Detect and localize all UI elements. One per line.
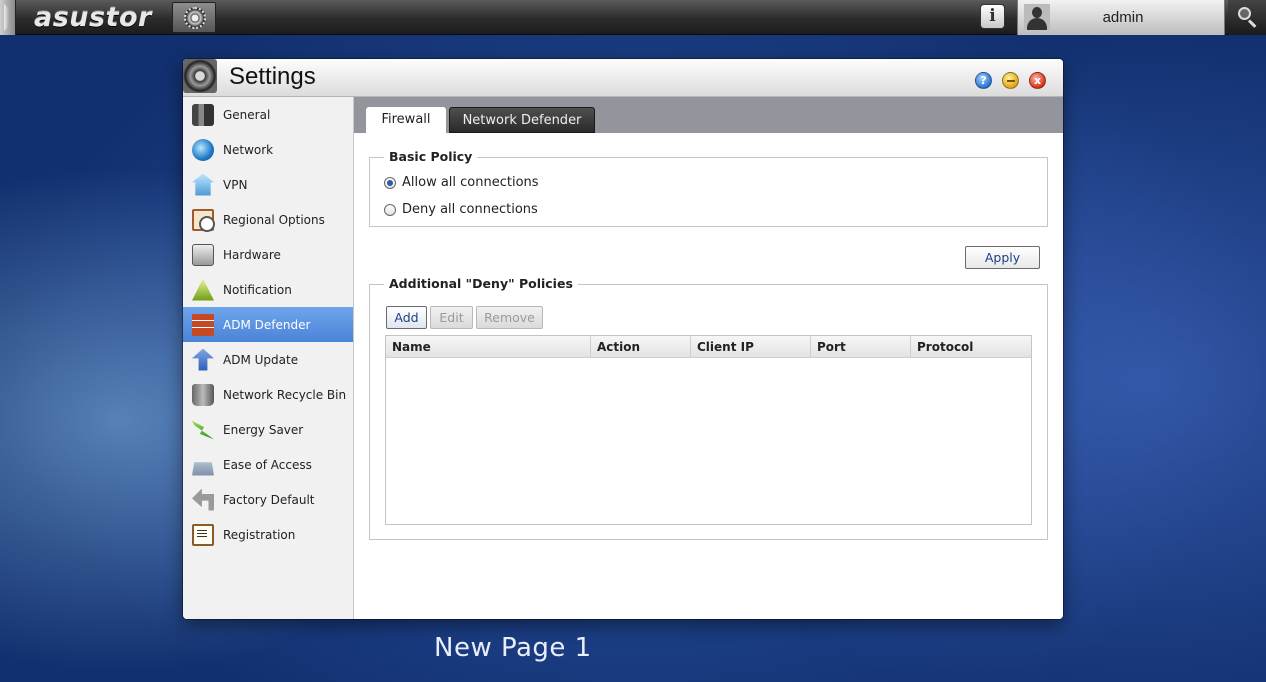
sidebar-item-ease-of-access[interactable]: Ease of Access [183,447,353,482]
table-header: Name Action Client IP Port Protocol [386,336,1031,358]
adm-update-icon [192,348,214,371]
search-icon-handle [1247,19,1257,28]
edit-button[interactable]: Edit [430,306,473,329]
sidebar-item-vpn[interactable]: VPN [183,167,353,202]
sidebar-item-registration[interactable]: Registration [183,517,353,552]
sidebar-item-label: Registration [223,527,296,542]
ease-of-access-icon [192,462,214,476]
sidebar-item-network[interactable]: Network [183,132,353,167]
user-menu[interactable]: admin [1017,0,1225,35]
sidebar-item-regional-options[interactable]: Regional Options [183,202,353,237]
settings-content: Firewall Network Defender Basic Policy A… [354,97,1063,619]
sidebar-item-adm-update[interactable]: ADM Update [183,342,353,377]
apply-button[interactable]: Apply [965,246,1040,269]
page-caption: New Page 1 [434,633,592,663]
close-button[interactable]: x [1029,72,1046,89]
basic-policy-group: Basic Policy Allow all connections Deny … [369,149,1048,227]
deny-all-radio[interactable] [384,203,396,216]
recycle-bin-icon [192,383,214,406]
add-button[interactable]: Add [386,306,427,329]
search-icon [1238,7,1251,20]
registration-icon [192,523,214,546]
sidebar-item-label: Regional Options [223,212,325,227]
sidebar-item-factory-default[interactable]: Factory Default [183,482,353,517]
info-button[interactable]: i [980,4,1005,29]
allow-all-label: Allow all connections [402,175,539,190]
user-icon [1024,4,1050,30]
search-button[interactable] [1228,0,1266,35]
sidebar-item-energy-saver[interactable]: Energy Saver [183,412,353,447]
tab-bar: Firewall Network Defender [354,97,1063,133]
column-header-action[interactable]: Action [591,336,691,358]
notification-icon [192,278,214,301]
column-header-protocol[interactable]: Protocol [911,336,1031,358]
deny-policies-group: Additional "Deny" Policies Add Edit Remo… [369,276,1048,540]
general-icon [192,103,214,126]
tab-firewall[interactable]: Firewall [366,107,446,133]
sidebar-item-label: ADM Defender [223,317,311,332]
adm-defender-icon [192,313,214,336]
sidebar-item-notification[interactable]: Notification [183,272,353,307]
energy-saver-icon [192,420,214,440]
regional-options-icon [192,208,215,232]
sidebar-item-label: VPN [223,177,248,192]
deny-policies-table: Name Action Client IP Port Protocol [385,335,1032,525]
sidebar-item-label: Ease of Access [223,457,312,472]
sidebar-item-label: Hardware [223,247,281,262]
settings-sidebar: General Network VPN Regional Options Har… [183,97,354,619]
allow-all-radio[interactable] [384,176,396,189]
factory-default-icon [192,488,214,511]
sidebar-item-hardware[interactable]: Hardware [183,237,353,272]
window-title: Settings [229,63,316,90]
window-titlebar[interactable]: Settings ? x [183,59,1063,97]
settings-window: Settings ? x General Network VPN Regiona… [183,59,1063,619]
sidebar-item-label: ADM Update [223,352,299,367]
sidebar-item-label: Network Recycle Bin [223,387,347,402]
minimize-button[interactable] [1002,72,1019,89]
sidebar-item-label: General [223,107,271,122]
sidebar-item-label: Factory Default [223,492,315,507]
app-launcher-button[interactable] [172,2,216,33]
sidebar-item-label: Network [223,142,274,157]
asustor-logo: asustor [34,2,152,33]
basic-policy-title: Basic Policy [384,149,478,164]
vpn-icon [192,173,214,196]
app-launcher-icon [184,7,206,29]
column-header-client-ip[interactable]: Client IP [691,336,811,358]
help-button[interactable]: ? [975,72,992,89]
username-label: admin [1102,9,1144,26]
allow-all-connections-option[interactable]: Allow all connections [384,175,539,190]
sidebar-item-label: Energy Saver [223,422,304,437]
sidebar-item-label: Notification [223,282,292,297]
network-icon [192,138,214,161]
deny-all-connections-option[interactable]: Deny all connections [384,202,538,217]
remove-button[interactable]: Remove [476,306,543,329]
deny-policies-title: Additional "Deny" Policies [384,276,578,291]
deny-all-label: Deny all connections [402,202,538,217]
tab-network-defender[interactable]: Network Defender [449,107,595,133]
taskbar: asustor i admin [0,0,1266,35]
settings-gear-icon [183,59,217,93]
sidebar-item-general[interactable]: General [183,97,353,132]
hardware-icon [192,243,214,266]
column-header-name[interactable]: Name [386,336,591,358]
taskbar-grip-icon[interactable] [0,0,16,35]
sidebar-item-adm-defender[interactable]: ADM Defender [183,307,353,342]
sidebar-item-network-recycle-bin[interactable]: Network Recycle Bin [183,377,353,412]
column-header-port[interactable]: Port [811,336,911,358]
